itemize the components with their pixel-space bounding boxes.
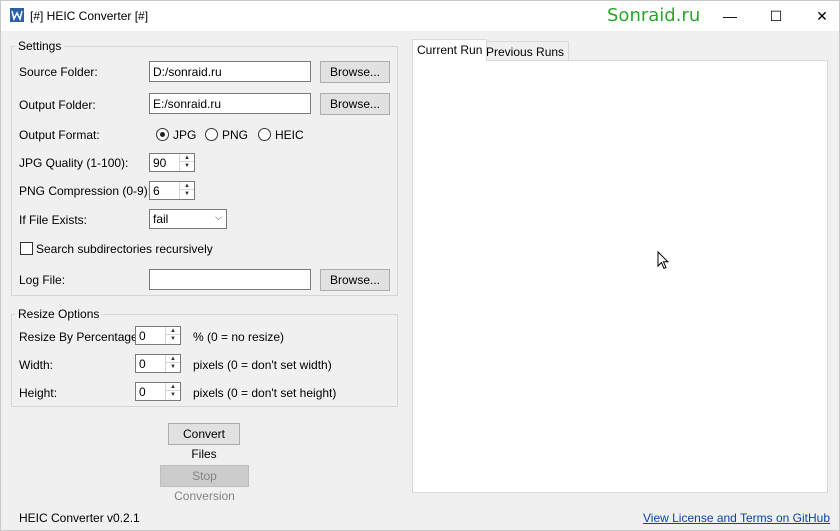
resize-percentage-value: 0 bbox=[139, 329, 146, 343]
stop-conversion-button[interactable]: Stop Conversion bbox=[160, 465, 249, 503]
app-window: [#] HEIC Converter [#] Sonraid.ru — ☐ ✕ … bbox=[0, 0, 840, 531]
height-value: 0 bbox=[139, 385, 146, 399]
jpg-quality-value: 90 bbox=[153, 156, 167, 170]
if-file-exists-label: If File Exists: bbox=[19, 213, 88, 227]
spin-down-icon[interactable]: ▼ bbox=[180, 162, 194, 170]
if-file-exists-select[interactable]: fail ⌵ bbox=[149, 209, 227, 229]
version-label: HEIC Converter v0.2.1 bbox=[19, 511, 140, 525]
width-hint: pixels (0 = don't set width) bbox=[193, 358, 332, 372]
format-heic-radio[interactable] bbox=[258, 128, 271, 141]
minimize-button[interactable]: — bbox=[707, 1, 753, 31]
recursive-checkbox[interactable] bbox=[20, 242, 33, 255]
maximize-icon: ☐ bbox=[769, 7, 783, 24]
close-button[interactable]: ✕ bbox=[799, 1, 840, 31]
title-bar: [#] HEIC Converter [#] Sonraid.ru — ☐ ✕ bbox=[1, 1, 839, 31]
resize-percentage-hint: % (0 = no resize) bbox=[193, 330, 285, 344]
format-jpg-label: JPG bbox=[173, 128, 197, 142]
spin-down-icon[interactable]: ▼ bbox=[166, 391, 180, 399]
settings-group bbox=[11, 46, 398, 296]
window-title: [#] HEIC Converter [#] bbox=[30, 9, 149, 23]
spin-down-icon[interactable]: ▼ bbox=[166, 335, 180, 343]
spin-down-icon[interactable]: ▼ bbox=[166, 363, 180, 371]
width-spinner[interactable]: 0 ▲ ▼ bbox=[135, 354, 181, 373]
source-folder-label: Source Folder: bbox=[19, 65, 98, 79]
height-label: Height: bbox=[19, 386, 58, 400]
resize-percentage-label: Resize By Percentage: bbox=[19, 330, 142, 344]
width-label: Width: bbox=[19, 358, 54, 372]
output-folder-label: Output Folder: bbox=[19, 98, 96, 112]
output-folder-input[interactable] bbox=[149, 93, 311, 114]
convert-files-button[interactable]: Convert Files bbox=[168, 423, 240, 461]
jpg-quality-spinner[interactable]: 90 ▲ ▼ bbox=[149, 153, 195, 172]
minimize-icon: — bbox=[723, 8, 737, 24]
format-png-radio[interactable] bbox=[205, 128, 218, 141]
png-compression-label: PNG Compression (0-9): bbox=[19, 184, 152, 198]
app-icon bbox=[10, 8, 24, 22]
chevron-down-icon: ⌵ bbox=[215, 212, 222, 222]
format-jpg-radio[interactable] bbox=[156, 128, 169, 141]
spinner-buttons: ▲ ▼ bbox=[165, 327, 180, 344]
log-file-input[interactable] bbox=[149, 269, 311, 290]
resize-group-title: Resize Options bbox=[15, 307, 103, 321]
current-run-panel bbox=[412, 60, 828, 493]
png-compression-spinner[interactable]: 6 ▲ ▼ bbox=[149, 181, 195, 200]
spin-up-icon[interactable]: ▲ bbox=[166, 355, 180, 363]
spinner-buttons: ▲ ▼ bbox=[179, 154, 194, 171]
source-browse-button[interactable]: Browse... bbox=[320, 61, 390, 83]
width-value: 0 bbox=[139, 357, 146, 371]
resize-percentage-spinner[interactable]: 0 ▲ ▼ bbox=[135, 326, 181, 345]
spin-up-icon[interactable]: ▲ bbox=[166, 327, 180, 335]
log-browse-button[interactable]: Browse... bbox=[320, 269, 390, 291]
jpg-quality-label: JPG Quality (1-100): bbox=[19, 156, 129, 170]
tab-previous-runs[interactable]: Previous Runs bbox=[481, 41, 570, 61]
if-file-exists-value: fail bbox=[153, 212, 169, 226]
spin-up-icon[interactable]: ▲ bbox=[166, 383, 180, 391]
spinner-buttons: ▲ ▼ bbox=[165, 355, 180, 372]
spin-down-icon[interactable]: ▼ bbox=[180, 190, 194, 198]
output-format-label: Output Format: bbox=[19, 128, 100, 142]
spin-up-icon[interactable]: ▲ bbox=[180, 154, 194, 162]
png-compression-value: 6 bbox=[153, 184, 160, 198]
format-heic-label: HEIC bbox=[275, 128, 304, 142]
source-folder-input[interactable] bbox=[149, 61, 311, 82]
height-spinner[interactable]: 0 ▲ ▼ bbox=[135, 382, 181, 401]
mouse-cursor-icon bbox=[657, 251, 669, 270]
tab-current-run[interactable]: Current Run bbox=[412, 39, 488, 61]
spinner-buttons: ▲ ▼ bbox=[165, 383, 180, 400]
format-png-label: PNG bbox=[222, 128, 249, 142]
close-icon: ✕ bbox=[816, 7, 828, 24]
output-browse-button[interactable]: Browse... bbox=[320, 93, 390, 115]
spin-up-icon[interactable]: ▲ bbox=[180, 182, 194, 190]
recursive-label: Search subdirectories recursively bbox=[36, 242, 213, 256]
height-hint: pixels (0 = don't set height) bbox=[193, 386, 337, 400]
settings-group-title: Settings bbox=[15, 39, 65, 53]
spinner-buttons: ▲ ▼ bbox=[179, 182, 194, 199]
watermark-text: Sonraid.ru bbox=[607, 5, 701, 26]
log-file-label: Log File: bbox=[19, 273, 66, 287]
license-link[interactable]: View License and Terms on GitHub bbox=[643, 511, 830, 525]
maximize-button[interactable]: ☐ bbox=[753, 1, 799, 31]
